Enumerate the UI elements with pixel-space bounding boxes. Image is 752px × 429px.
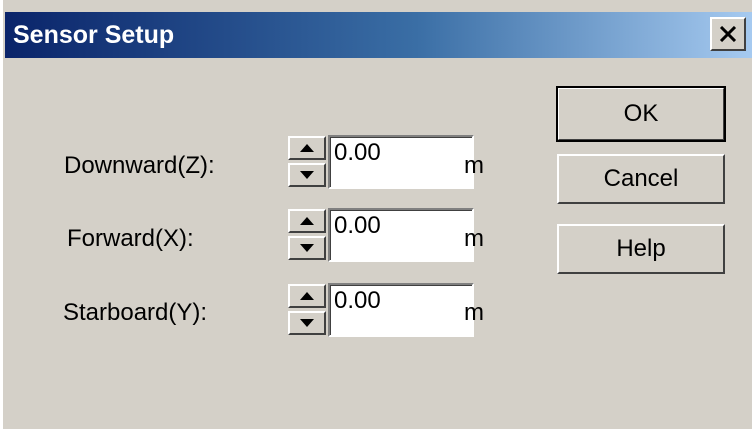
starboard-y-spinner <box>288 284 328 336</box>
forward-x-decrement-button[interactable] <box>288 236 326 260</box>
help-button[interactable]: Help <box>557 224 725 274</box>
downward-z-value: 0.00 <box>334 139 381 166</box>
window-title: Sensor Setup <box>13 21 175 49</box>
close-button[interactable] <box>710 17 746 51</box>
dialog-left-bevel <box>3 0 5 429</box>
starboard-y-increment-button[interactable] <box>288 284 326 308</box>
up-arrow-icon <box>300 217 314 225</box>
forward-x-increment-button[interactable] <box>288 209 326 233</box>
downward-z-unit: m <box>464 152 484 179</box>
forward-x-spinner <box>288 209 328 261</box>
help-button-label: Help <box>616 235 666 262</box>
forward-x-unit: m <box>464 225 484 252</box>
down-arrow-icon <box>300 244 314 252</box>
up-arrow-icon <box>300 144 314 152</box>
starboard-y-unit: m <box>464 299 484 326</box>
cancel-button[interactable]: Cancel <box>557 154 725 204</box>
forward-x-label: Forward(X): <box>67 225 194 252</box>
starboard-y-label: Starboard(Y): <box>63 299 208 326</box>
down-arrow-icon <box>300 319 314 327</box>
sensor-setup-dialog: Sensor Setup Downward(Z): 0.00 m Forward… <box>0 0 752 429</box>
title-bar[interactable]: Sensor Setup <box>5 12 752 58</box>
downward-z-spinner <box>288 136 328 188</box>
up-arrow-icon <box>300 292 314 300</box>
ok-button-label: OK <box>623 100 659 127</box>
starboard-y-value: 0.00 <box>334 287 381 314</box>
downward-z-decrement-button[interactable] <box>288 163 326 187</box>
downward-z-increment-button[interactable] <box>288 136 326 160</box>
forward-x-value: 0.00 <box>334 212 381 239</box>
down-arrow-icon <box>300 171 314 179</box>
starboard-y-decrement-button[interactable] <box>288 311 326 335</box>
downward-z-label: Downward(Z): <box>64 152 215 179</box>
ok-button[interactable]: OK <box>556 86 726 142</box>
starboard-y-input[interactable]: 0.00 <box>328 283 474 337</box>
downward-z-input[interactable]: 0.00 <box>328 135 474 189</box>
forward-x-input[interactable]: 0.00 <box>328 208 474 262</box>
close-icon <box>719 26 737 42</box>
cancel-button-label: Cancel <box>603 165 679 192</box>
